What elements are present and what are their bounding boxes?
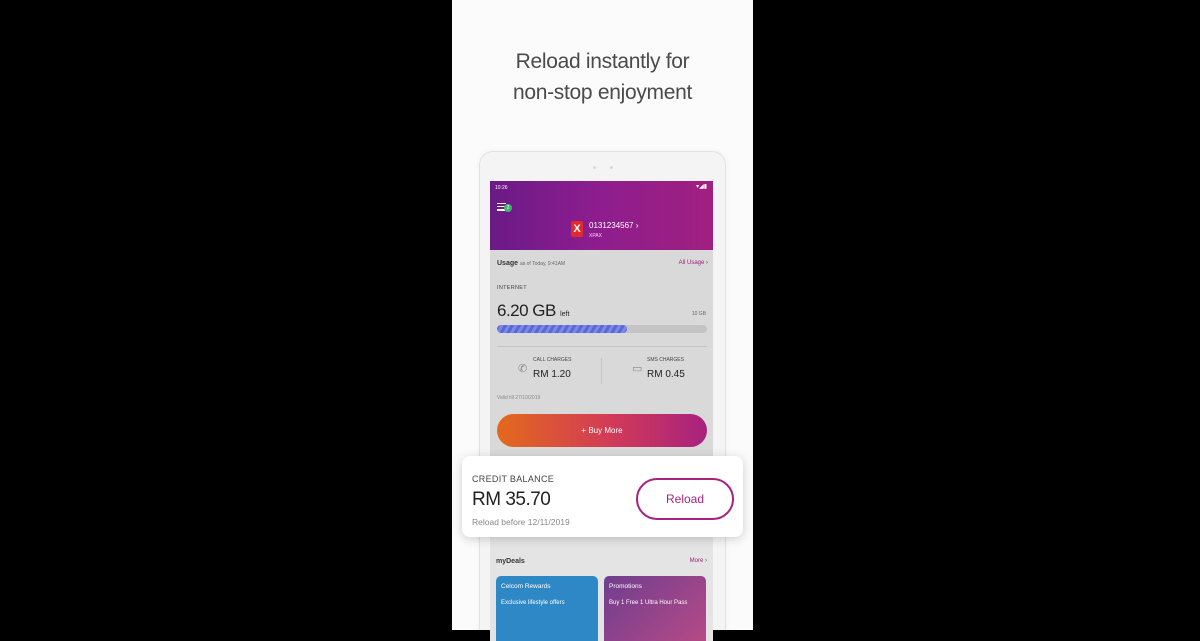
deal-card-promotions[interactable]: Promotions Buy 1 Free 1 Ultra Hour Pass: [604, 576, 706, 641]
tablet-sensor-dot: [610, 166, 613, 169]
charges-separator: [601, 358, 602, 384]
deal-card-title: Celcom Rewards: [501, 583, 551, 590]
all-usage-link[interactable]: All Usage ›: [679, 260, 708, 266]
usage-divider: [497, 346, 707, 347]
headline-line-2: non-stop enjoyment: [512, 81, 693, 104]
call-charges-label: CALL CHARGES: [533, 357, 572, 363]
tablet-camera-dot: [593, 166, 596, 169]
data-left-suffix: left: [560, 311, 570, 318]
status-icons: ▾◢▮: [696, 184, 707, 190]
credit-balance-amount: RM 35.70: [472, 489, 551, 510]
usage-heading: Usage as of Today, 9:41AM: [497, 260, 565, 267]
xpax-logo-icon: X: [571, 221, 583, 237]
phone-number-link[interactable]: 0131234567 ›: [589, 221, 638, 230]
data-total: 10 GB: [691, 311, 706, 317]
usage-timestamp: as of Today, 9:41AM: [519, 261, 566, 267]
deals-more-link[interactable]: More ›: [690, 558, 707, 564]
deal-card-rewards[interactable]: Celcom Rewards Exclusive lifestyle offer…: [496, 576, 598, 641]
deal-card-desc: Exclusive lifestyle offers: [501, 600, 565, 606]
deals-title: myDeals: [496, 558, 525, 565]
status-time: 10:26: [495, 185, 508, 191]
plan-name: XPAX: [589, 233, 602, 239]
validity-date: Valid till 27/10/2019: [497, 395, 541, 401]
data-usage-bar-fill: [497, 325, 628, 333]
reload-deadline: Reload before 12/11/2019: [472, 517, 570, 527]
data-left-value: 6.20 GB: [497, 301, 556, 320]
app-screen: 10:26 ▾◢▮ 2 X 0131234567 › XPAX Usage as…: [490, 181, 713, 641]
usage-title: Usage: [497, 260, 519, 267]
phone-icon: ✆: [518, 363, 528, 375]
account-header: 10:26 ▾◢▮ 2 X 0131234567 › XPAX: [490, 181, 713, 250]
sms-icon: ▭: [632, 363, 643, 375]
call-charges-value: RM 1.20: [533, 369, 571, 380]
sms-charges-label: SMS CHARGES: [647, 357, 684, 363]
data-usage-bar: [497, 325, 707, 333]
credit-balance-label: CREDIT BALANCE: [472, 474, 555, 484]
data-remaining: 6.20 GB left: [497, 301, 569, 321]
headline-line-1: Reload instantly for: [515, 50, 690, 73]
deal-card-title: Promotions: [609, 583, 642, 590]
internet-label: INTERNET: [497, 285, 527, 291]
reload-button[interactable]: Reload: [636, 478, 734, 520]
sms-charges-value: RM 0.45: [647, 369, 685, 380]
notification-badge: 2: [504, 204, 512, 212]
buy-more-button[interactable]: + Buy More: [497, 414, 707, 447]
credit-balance-card: CREDIT BALANCE RM 35.70 Reload before 12…: [462, 456, 743, 537]
promo-headline: Reload instantly for non-stop enjoyment: [452, 46, 753, 108]
deal-card-desc: Buy 1 Free 1 Ultra Hour Pass: [609, 600, 688, 606]
